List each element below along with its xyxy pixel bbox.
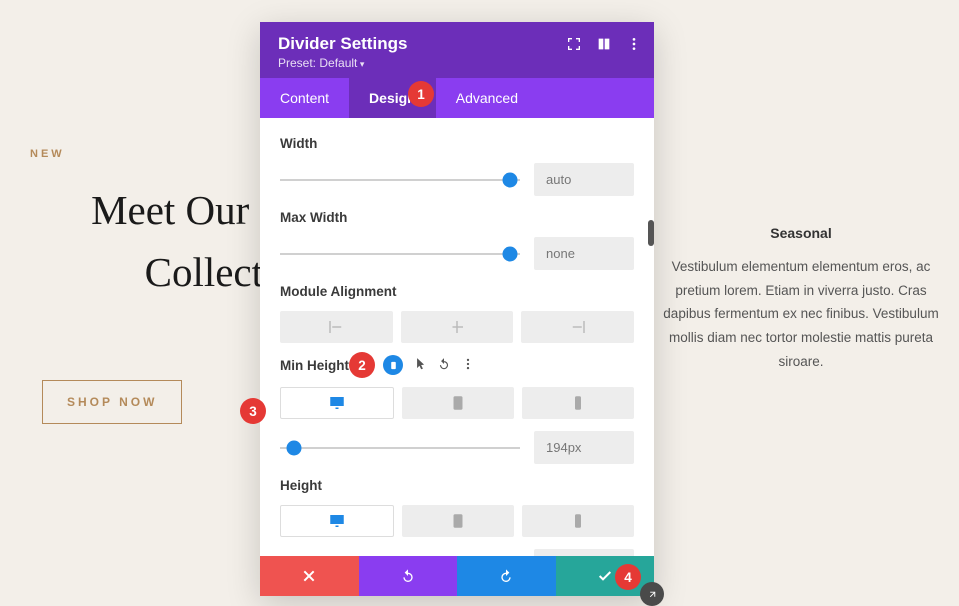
min-height-label-row: Min Height <box>280 355 634 375</box>
min-height-value[interactable]: 194px <box>534 431 634 464</box>
shop-now-button[interactable]: SHOP NOW <box>42 380 182 424</box>
min-height-slider-thumb[interactable] <box>287 440 302 455</box>
device-phone-button[interactable] <box>522 387 634 419</box>
max-width-label: Max Width <box>280 210 634 225</box>
side-text: Vestibulum elementum elementum eros, ac … <box>661 255 941 373</box>
scrollbar-thumb[interactable] <box>648 220 654 246</box>
focus-icon[interactable] <box>566 36 582 57</box>
width-value[interactable]: auto <box>534 163 634 196</box>
min-height-slider[interactable] <box>280 447 520 449</box>
annotation-badge-1: 1 <box>408 81 434 107</box>
device-desktop-button[interactable] <box>280 387 394 419</box>
max-width-slider[interactable] <box>280 253 520 255</box>
align-right-button[interactable] <box>521 311 634 343</box>
tab-content[interactable]: Content <box>260 78 349 118</box>
align-center-button[interactable] <box>401 311 514 343</box>
height-value[interactable]: auto <box>534 549 634 556</box>
device-tablet-button[interactable] <box>402 387 514 419</box>
responsive-views-icon[interactable] <box>383 355 403 375</box>
module-alignment-segments <box>280 311 634 343</box>
min-height-device-tabs <box>280 387 634 419</box>
reset-icon[interactable] <box>437 357 451 374</box>
width-slider-thumb[interactable] <box>503 172 518 187</box>
columns-icon[interactable] <box>596 36 612 57</box>
new-label: NEW <box>30 148 65 160</box>
align-left-button[interactable] <box>280 311 393 343</box>
resize-handle-icon[interactable] <box>640 582 664 606</box>
height-device-tabs <box>280 505 634 537</box>
side-title: Seasonal <box>661 225 941 241</box>
panel-tabs: Content Design Advanced <box>260 78 654 118</box>
width-label: Width <box>280 136 634 151</box>
preset-selector[interactable]: Preset: Default <box>278 56 636 70</box>
device-desktop-button[interactable] <box>280 505 394 537</box>
panel-body: Width auto Max Width none Module Alignme… <box>260 118 654 556</box>
annotation-badge-2: 2 <box>349 352 375 378</box>
max-width-value[interactable]: none <box>534 237 634 270</box>
undo-button[interactable] <box>359 556 458 596</box>
panel-header[interactable]: Divider Settings Preset: Default <box>260 22 654 78</box>
close-button[interactable] <box>260 556 359 596</box>
preset-label: Preset: Default <box>278 56 357 70</box>
min-height-label: Min Height <box>280 358 349 373</box>
height-label: Height <box>280 478 634 493</box>
module-alignment-label: Module Alignment <box>280 284 634 299</box>
annotation-badge-3: 3 <box>240 398 266 424</box>
annotation-badge-4: 4 <box>615 564 641 590</box>
divider-settings-panel: Divider Settings Preset: Default Content… <box>260 22 654 596</box>
redo-button[interactable] <box>457 556 556 596</box>
max-width-slider-thumb[interactable] <box>503 246 518 261</box>
menu-dots-icon[interactable] <box>626 36 642 57</box>
panel-footer <box>260 556 654 596</box>
more-dots-icon[interactable] <box>461 357 475 374</box>
hover-cursor-icon[interactable] <box>413 357 427 374</box>
device-phone-button[interactable] <box>522 505 634 537</box>
tab-advanced[interactable]: Advanced <box>436 78 538 118</box>
width-slider[interactable] <box>280 179 520 181</box>
device-tablet-button[interactable] <box>402 505 514 537</box>
side-content: Seasonal Vestibulum elementum elementum … <box>661 225 941 373</box>
